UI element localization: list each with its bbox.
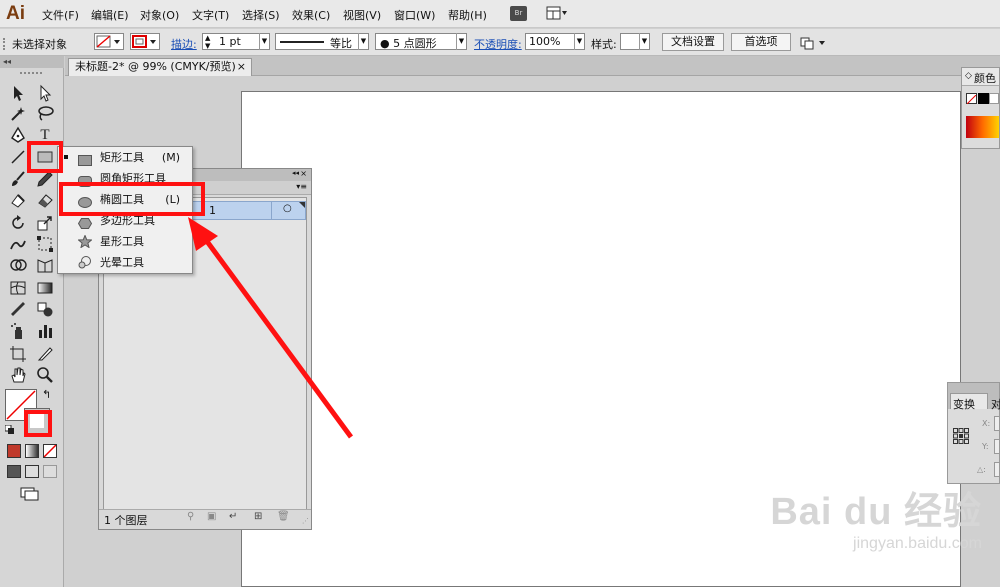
watermark-url: jingyan.baidu.com xyxy=(853,535,982,552)
watermark-brand: Bai du 经验 xyxy=(770,491,982,533)
baidu-watermark: Bai du 经验 jingyan.baidu.com xyxy=(770,480,982,553)
